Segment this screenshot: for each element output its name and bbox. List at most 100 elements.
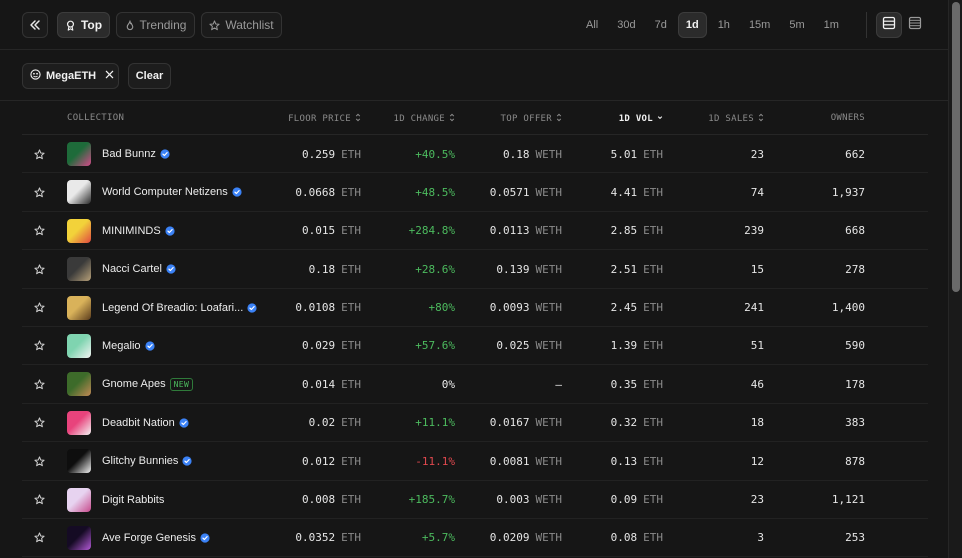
currency-unit: ETH	[643, 416, 663, 430]
currency-unit: ETH	[643, 493, 663, 507]
verified-badge-icon	[247, 302, 257, 313]
watchlist-star-button[interactable]	[32, 250, 46, 288]
owners-cell: 1,121	[832, 481, 865, 519]
clear-filters-button[interactable]: Clear	[128, 63, 171, 89]
change-value: +40.5%	[415, 147, 455, 161]
column-header-1d-volume[interactable]: 1D VOL	[619, 113, 663, 125]
table-row[interactable]: Digit Rabbits 0.008 ETH +185.7% 0.003 WETH 0.0…	[22, 481, 928, 519]
table-row[interactable]: Glitchy Bunnies 0.012 ETH -11.1% 0.0081 WETH 0…	[22, 442, 928, 481]
collection-name: Digit Rabbits	[102, 493, 165, 506]
top-offer-cell: 0.0093 WETH	[490, 289, 562, 327]
table-row[interactable]: Megalio 0.029 ETH +57.6% 0.025 WETH 1.39 ETH 51 5…	[22, 327, 928, 366]
collection-name-link[interactable]: MINIMINDS	[102, 212, 175, 250]
time-filter-15m[interactable]: 15m	[741, 12, 778, 38]
currency-unit: ETH	[643, 531, 663, 545]
top-offer-value: 0.0209	[489, 531, 530, 545]
verified-badge-icon	[144, 341, 155, 351]
currency-unit: WETH	[535, 493, 563, 507]
change-value: +80%	[428, 301, 456, 315]
watchlist-star-button[interactable]	[32, 289, 46, 327]
change-cell: +185.7%	[409, 481, 455, 519]
star-icon	[33, 225, 45, 236]
sort-icon	[449, 113, 455, 125]
table-row[interactable]: World Computer Netizens 0.0668 ETH +48.5% 0.…	[22, 173, 928, 212]
scrollbar-thumb[interactable]	[952, 2, 960, 292]
column-header-owners[interactable]: OWNERS	[831, 113, 865, 123]
verified-badge-icon	[160, 149, 170, 159]
collection-name-link[interactable]: Deadbit Nation	[102, 404, 189, 442]
sales-cell: 23	[751, 135, 764, 173]
column-header-floor-price[interactable]: FLOOR PRICE	[288, 113, 361, 125]
verified-badge-icon	[232, 187, 242, 197]
collections-table: COLLECTION FLOOR PRICE 1D CHANGE TOP OFF…	[22, 102, 928, 558]
collection-name-link[interactable]: World Computer Netizens	[102, 173, 242, 211]
scrollbar[interactable]	[948, 0, 962, 558]
time-filter-all[interactable]: All	[578, 12, 606, 38]
top-offer-cell: 0.139 WETH	[496, 250, 562, 288]
close-icon[interactable]	[105, 70, 114, 82]
list-view-button[interactable]	[876, 12, 902, 38]
column-header-label: OWNERS	[830, 113, 865, 123]
collection-thumbnail	[67, 525, 91, 550]
sales-cell: 12	[751, 442, 764, 480]
table-row[interactable]: Deadbit Nation 0.02 ETH +11.1% 0.0167 WETH 0.3…	[22, 404, 928, 443]
collection-name-link[interactable]: Nacci Cartel	[102, 250, 176, 288]
column-header-top-offer[interactable]: TOP OFFER	[501, 113, 562, 125]
currency-unit: WETH	[535, 185, 563, 199]
floor-price-cell: 0.012 ETH	[302, 442, 361, 480]
table-row[interactable]: MINIMINDS 0.015 ETH +284.8% 0.0113 WETH 2.85 ET…	[22, 212, 928, 251]
owners-cell: 662	[845, 135, 865, 173]
collection-thumbnail	[67, 372, 91, 397]
currency-unit: ETH	[341, 531, 361, 545]
time-filter-5m[interactable]: 5m	[781, 12, 812, 38]
owners-value: 1,937	[831, 185, 865, 199]
watchlist-star-button[interactable]	[32, 212, 46, 250]
watchlist-star-button[interactable]	[32, 135, 46, 173]
currency-unit: WETH	[535, 262, 563, 276]
compact-view-button[interactable]	[902, 12, 928, 38]
collection-name-link[interactable]: Digit Rabbits	[102, 481, 164, 519]
owners-cell: 278	[845, 250, 865, 288]
collapse-sidebar-button[interactable]	[22, 12, 48, 38]
watchlist-star-button[interactable]	[32, 404, 46, 442]
table-row[interactable]: Nacci Cartel 0.18 ETH +28.6% 0.139 WETH 2.51 ET…	[22, 250, 928, 289]
column-header-1d-change[interactable]: 1D CHANGE	[394, 113, 455, 125]
tab-watchlist[interactable]: Watchlist	[201, 12, 282, 38]
tab-top[interactable]: Top	[57, 12, 110, 38]
table-row[interactable]: Gnome Apes NEW 0.014 ETH 0% – 0.35 ETH 46 178	[22, 365, 928, 404]
time-filter-7d[interactable]: 7d	[647, 12, 675, 38]
collection-name-link[interactable]: Legend Of Breadio: Loafari...	[102, 289, 257, 327]
volume-value: 2.45	[610, 301, 638, 315]
collection-name-link[interactable]: Bad Bunnz	[102, 135, 170, 173]
collection-name-link[interactable]: Megalio	[102, 327, 155, 365]
star-icon	[33, 340, 45, 351]
sales-cell: 74	[751, 173, 764, 211]
currency-unit: ETH	[643, 377, 663, 391]
floor-price-cell: 0.0352 ETH	[295, 519, 361, 557]
collection-name-link[interactable]: Glitchy Bunnies	[102, 442, 193, 480]
collection-name: Ave Forge Genesis	[102, 531, 196, 544]
watchlist-star-button[interactable]	[32, 365, 46, 403]
column-header-1d-sales[interactable]: 1D SALES	[708, 113, 764, 125]
time-filter-30d[interactable]: 30d	[609, 12, 643, 38]
watchlist-star-button[interactable]	[32, 442, 46, 480]
table-row[interactable]: Legend Of Breadio: Loafari... 0.0108 ETH +8…	[22, 289, 928, 327]
watchlist-star-button[interactable]	[32, 327, 46, 365]
collection-name-link[interactable]: Gnome Apes NEW	[102, 365, 194, 403]
sales-value: 46	[750, 377, 764, 391]
table-row[interactable]: Bad Bunnz 0.259 ETH +40.5% 0.18 WETH 5.01 ETH 23…	[22, 135, 928, 174]
time-filter-1h[interactable]: 1h	[710, 12, 738, 38]
owners-value: 383	[845, 416, 865, 430]
time-filter-1m[interactable]: 1m	[816, 12, 847, 38]
watchlist-star-button[interactable]	[32, 519, 46, 557]
table-row[interactable]: Ave Forge Genesis 0.0352 ETH +5.7% 0.0209 WET…	[22, 519, 928, 558]
volume-value: 2.51	[610, 262, 638, 276]
collection-name-link[interactable]: Ave Forge Genesis	[102, 519, 210, 557]
floor-price-value: 0.008	[302, 493, 336, 507]
verified-badge-icon	[166, 264, 176, 274]
filter-chip-megaeth[interactable]: MegaETH	[22, 63, 119, 89]
watchlist-star-button[interactable]	[32, 481, 46, 519]
tab-trending[interactable]: Trending	[116, 12, 195, 38]
watchlist-star-button[interactable]	[32, 173, 46, 211]
time-filter-1d[interactable]: 1d	[677, 12, 707, 38]
